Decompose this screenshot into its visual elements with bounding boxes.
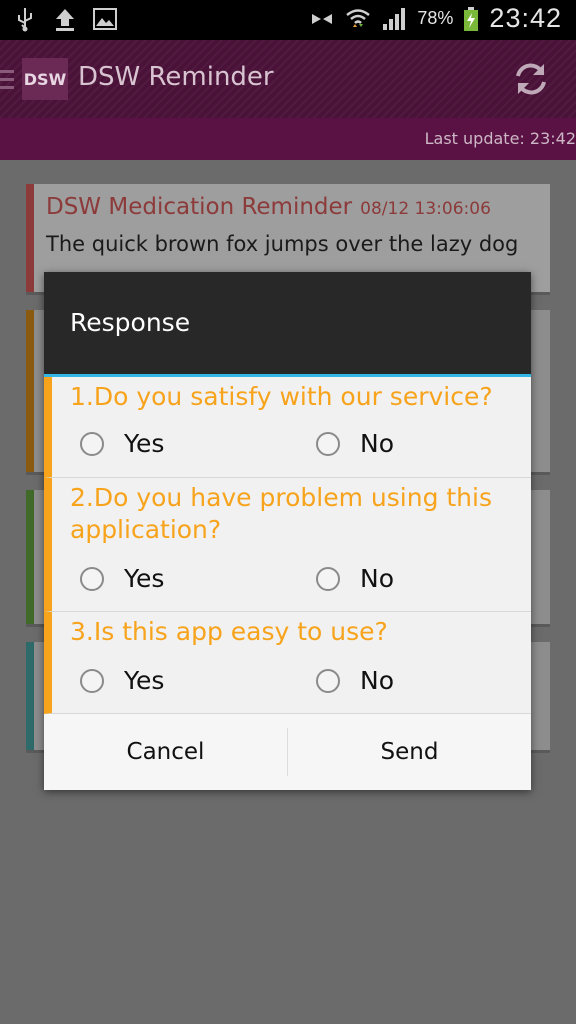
card-title-text: DSW Medication Reminder [46,194,353,220]
option-label: No [360,429,394,458]
last-update-text: Last update: 23:42 [424,129,576,148]
usb-icon [18,8,32,32]
update-bar: Last update: 23:42 [0,118,576,160]
radio-button[interactable] [316,668,340,693]
response-dialog: Response 1.Do you satisfy with our servi… [44,272,531,790]
send-button[interactable]: Send [288,714,531,790]
q2-option-yes[interactable]: Yes [80,564,164,593]
question-text: 1.Do you satisfy with our service? [70,382,493,411]
question-1: 1.Do you satisfy with our service? Yes N… [44,377,531,478]
question-text: 3.Is this app easy to use? [70,617,388,646]
option-label: Yes [124,666,165,695]
clock: 23:42 [489,3,562,33]
action-bar: DSW DSW Reminder [0,40,576,118]
radio-button[interactable] [80,668,104,693]
q1-option-yes[interactable]: Yes [80,429,164,458]
q2-option-no[interactable]: No [316,564,394,593]
card-title: DSW Medication Reminder 08/12 13:06:06 [46,194,491,220]
drawer-icon[interactable] [0,70,14,90]
battery-percent: 78% [417,8,454,28]
dialog-button-bar: Cancel Send [44,714,531,790]
card-color-strip [26,490,34,624]
signal-icon [383,7,406,30]
radio-button[interactable] [316,431,340,456]
app-logo[interactable]: DSW [22,58,68,100]
q1-option-no[interactable]: No [316,429,394,458]
radio-button[interactable] [80,431,104,456]
dialog-title: Response [70,308,191,337]
q3-option-no[interactable]: No [316,666,394,695]
battery-charging-icon [464,6,479,31]
card-color-strip [26,184,34,292]
option-label: No [360,666,394,695]
q3-option-yes[interactable]: Yes [80,666,164,695]
radio-button[interactable] [80,566,104,591]
card-color-strip [26,310,34,472]
card-color-strip [26,642,34,750]
cancel-button[interactable]: Cancel [44,714,287,790]
question-3: 3.Is this app easy to use? Yes No [44,612,531,714]
dialog-header: Response [44,272,531,377]
status-bar: 78% 23:42 [0,0,576,40]
image-icon [93,8,117,30]
upload-icon [56,9,74,31]
refresh-icon[interactable] [510,58,552,100]
option-label: Yes [124,429,165,458]
radio-button[interactable] [316,566,340,591]
card-date: 08/12 13:06:06 [360,199,491,219]
wifi-icon [346,8,371,27]
question-text: 2.Do you have problem using this applica… [70,483,492,544]
option-label: No [360,564,394,593]
option-label: Yes [124,564,165,593]
nfc-icon [312,13,333,24]
app-title: DSW Reminder [78,62,274,92]
question-2: 2.Do you have problem using this applica… [44,478,531,612]
